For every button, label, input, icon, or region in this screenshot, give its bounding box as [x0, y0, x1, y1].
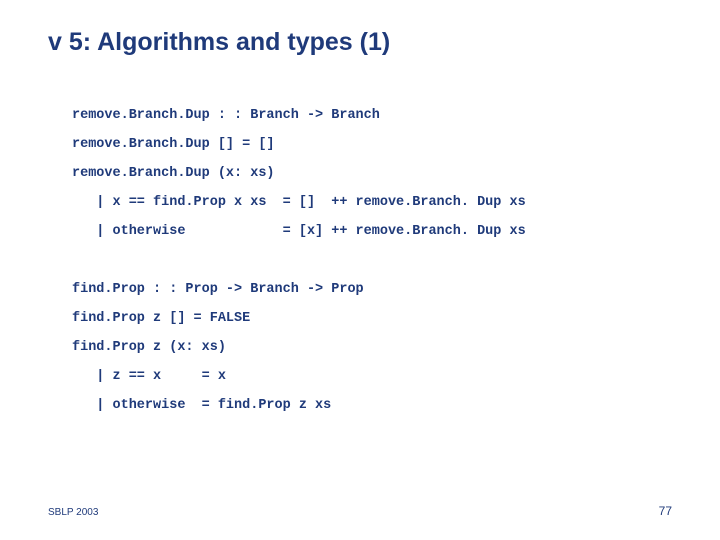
slide-title: v 5: Algorithms and types (1)	[48, 28, 672, 57]
footer-conference: SBLP 2003	[48, 507, 98, 518]
slide: v 5: Algorithms and types (1) remove.Bra…	[0, 0, 720, 540]
footer-page-number: 77	[659, 504, 672, 518]
footer: SBLP 2003 77	[48, 504, 672, 518]
code-block: remove.Branch.Dup : : Branch -> Branch r…	[72, 101, 672, 420]
